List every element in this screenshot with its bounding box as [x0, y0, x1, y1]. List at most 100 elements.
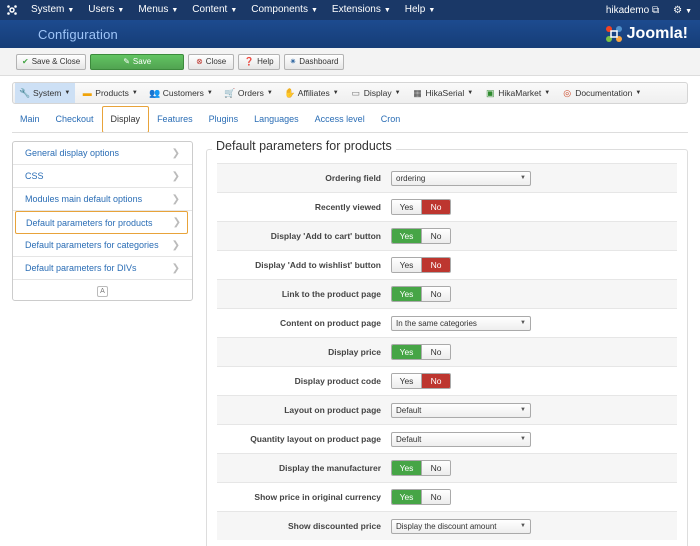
- tab-features[interactable]: Features: [149, 106, 201, 132]
- no-button[interactable]: No: [421, 200, 450, 214]
- admin-menu-extensions[interactable]: Extensions ▼: [325, 0, 398, 21]
- caret-down-icon: ▼: [520, 523, 526, 529]
- select-value: Default: [396, 405, 422, 415]
- setting-control: Yes No: [391, 257, 451, 273]
- page-title: Configuration: [38, 26, 118, 42]
- setting-select[interactable]: In the same categories ▼: [391, 315, 531, 331]
- setting-select[interactable]: Default ▼: [391, 402, 531, 418]
- chevron-right-icon: ❯: [171, 170, 180, 182]
- close-button[interactable]: ⊗ Close: [188, 53, 235, 70]
- sidebar-item-label: CSS: [25, 171, 44, 181]
- yes-button[interactable]: Yes: [392, 490, 421, 504]
- setting-label: Recently viewed: [314, 202, 381, 212]
- caret-down-icon: ▼: [520, 175, 526, 181]
- setting-label: Display product code: [294, 376, 381, 386]
- yes-button[interactable]: Yes: [392, 287, 421, 301]
- yes-button[interactable]: Yes: [392, 229, 421, 243]
- admin-menu-help[interactable]: Help ▼: [398, 0, 443, 21]
- setting-label: Quantity layout on product page: [250, 434, 381, 444]
- tab-display[interactable]: Display: [101, 106, 150, 133]
- admin-menu-system[interactable]: System ▼: [24, 0, 81, 21]
- hika-menu-affiliates[interactable]: ✋ Affiliates ▼: [280, 83, 344, 103]
- sidebar-item[interactable]: Default parameters for products ❯: [15, 211, 188, 234]
- no-button[interactable]: No: [421, 258, 450, 272]
- caret-down-icon: ▼: [520, 436, 526, 442]
- tab-access-level[interactable]: Access level: [307, 106, 373, 132]
- sidebar-item-label: General display options: [25, 148, 120, 158]
- sidebar-footer: A: [13, 280, 192, 302]
- admin-menu-users[interactable]: Users ▼: [81, 0, 131, 21]
- no-button[interactable]: No: [421, 490, 450, 504]
- no-button[interactable]: No: [421, 461, 450, 475]
- setting-row: Recently viewed Yes No: [217, 192, 677, 221]
- caret-down-icon: ▼: [394, 90, 401, 96]
- caret-down-icon: ▼: [206, 90, 213, 96]
- setting-label: Ordering field: [325, 173, 381, 183]
- setting-label: Layout on product page: [284, 405, 381, 415]
- site-link[interactable]: hikademo ⧉: [606, 5, 659, 16]
- setting-row: Layout on product page Default ▼: [217, 395, 677, 424]
- hika-menu-documentation[interactable]: ◎ Documentation ▼: [557, 83, 646, 103]
- tab-plugins[interactable]: Plugins: [201, 106, 247, 132]
- setting-select[interactable]: Default ▼: [391, 431, 531, 447]
- tab-languages[interactable]: Languages: [246, 106, 307, 132]
- yes-button[interactable]: Yes: [392, 345, 421, 359]
- question-icon: ❓: [244, 57, 255, 66]
- hika-menu-display[interactable]: ▭ Display ▼: [346, 83, 406, 103]
- admin-menu-menus[interactable]: Menus ▼: [131, 0, 185, 21]
- hika-menu-orders[interactable]: 🛒 Orders ▼: [220, 83, 278, 103]
- setting-control: Yes No: [391, 286, 451, 302]
- setting-control: Yes No: [391, 228, 451, 244]
- yes-button[interactable]: Yes: [392, 374, 421, 388]
- yes-button[interactable]: Yes: [392, 200, 421, 214]
- hikashop-menu: 🔧 System ▼ ▬ Products ▼ 👥 Customers ▼ 🛒 Orders ▼ ✋ Af…: [12, 82, 688, 104]
- hika-menu-label: Documentation: [575, 88, 633, 98]
- no-button[interactable]: No: [421, 229, 450, 243]
- save-button[interactable]: ✎ Save: [90, 53, 185, 70]
- admin-menu-components[interactable]: Components ▼: [244, 0, 325, 21]
- section-sidebar: General display options ❯ CSS ❯ Modules main…: [12, 141, 193, 301]
- sidebar-item[interactable]: Default parameters for DIVs ❯: [13, 257, 192, 280]
- hika-menu-system[interactable]: 🔧 System ▼: [15, 83, 76, 103]
- chevron-right-icon: ❯: [171, 239, 180, 251]
- hika-menu-customers[interactable]: 👥 Customers ▼: [145, 83, 218, 103]
- setting-select[interactable]: ordering ▼: [391, 170, 531, 186]
- joomla-logo-icon[interactable]: [0, 0, 24, 20]
- setting-label: Link to the product page: [281, 289, 381, 299]
- sidebar-item[interactable]: Modules main default options ❯: [13, 188, 192, 211]
- caret-down-icon: ▼: [230, 6, 238, 14]
- page-header: Configuration Joomla!: [0, 20, 700, 48]
- save-close-button[interactable]: ✔ Save & Close: [16, 53, 87, 70]
- config-tabs: Main Checkout Display Features Plugins Langua…: [12, 106, 409, 133]
- joomla-brand: Joomla!: [605, 25, 688, 43]
- sidebar-item[interactable]: Default parameters for categories ❯: [13, 234, 192, 257]
- user-menu[interactable]: ⚙ ▼: [673, 5, 692, 16]
- hika-menu-label: HikaMarket: [498, 88, 542, 98]
- monitor-icon: ▭: [351, 87, 360, 98]
- yes-button[interactable]: Yes: [392, 461, 421, 475]
- sidebar-item[interactable]: CSS ❯: [13, 165, 192, 188]
- dashboard-button[interactable]: ✷ Dashboard: [283, 53, 345, 70]
- caret-down-icon: ▼: [117, 6, 125, 14]
- setting-label: Display 'Add to wishlist' button: [255, 260, 381, 270]
- username: hikademo: [605, 4, 650, 16]
- setting-row: Display price Yes No: [217, 337, 677, 366]
- font-size-icon[interactable]: A: [97, 285, 108, 297]
- setting-select[interactable]: Display the discount amount ▼: [391, 518, 531, 534]
- hika-menu-hikaserial[interactable]: ▦ HikaSerial ▼: [408, 83, 479, 103]
- no-button[interactable]: No: [421, 345, 450, 359]
- tab-checkout[interactable]: Checkout: [48, 106, 102, 132]
- no-button[interactable]: No: [421, 374, 450, 388]
- admin-menu-label: System: [31, 3, 65, 15]
- yes-button[interactable]: Yes: [392, 258, 421, 272]
- admin-menu-content[interactable]: Content ▼: [185, 0, 244, 21]
- caret-down-icon: ▼: [428, 6, 436, 14]
- tab-cron[interactable]: Cron: [373, 106, 409, 132]
- no-button[interactable]: No: [421, 287, 450, 301]
- navbar-right: hikademo ⧉ ⚙ ▼: [606, 5, 700, 16]
- sidebar-item[interactable]: General display options ❯: [13, 142, 192, 165]
- help-button[interactable]: ❓ Help: [238, 53, 280, 70]
- hika-menu-hikamarket[interactable]: ▣ HikaMarket ▼: [480, 83, 555, 103]
- hika-menu-products[interactable]: ▬ Products ▼: [77, 83, 143, 103]
- tab-main[interactable]: Main: [12, 106, 48, 132]
